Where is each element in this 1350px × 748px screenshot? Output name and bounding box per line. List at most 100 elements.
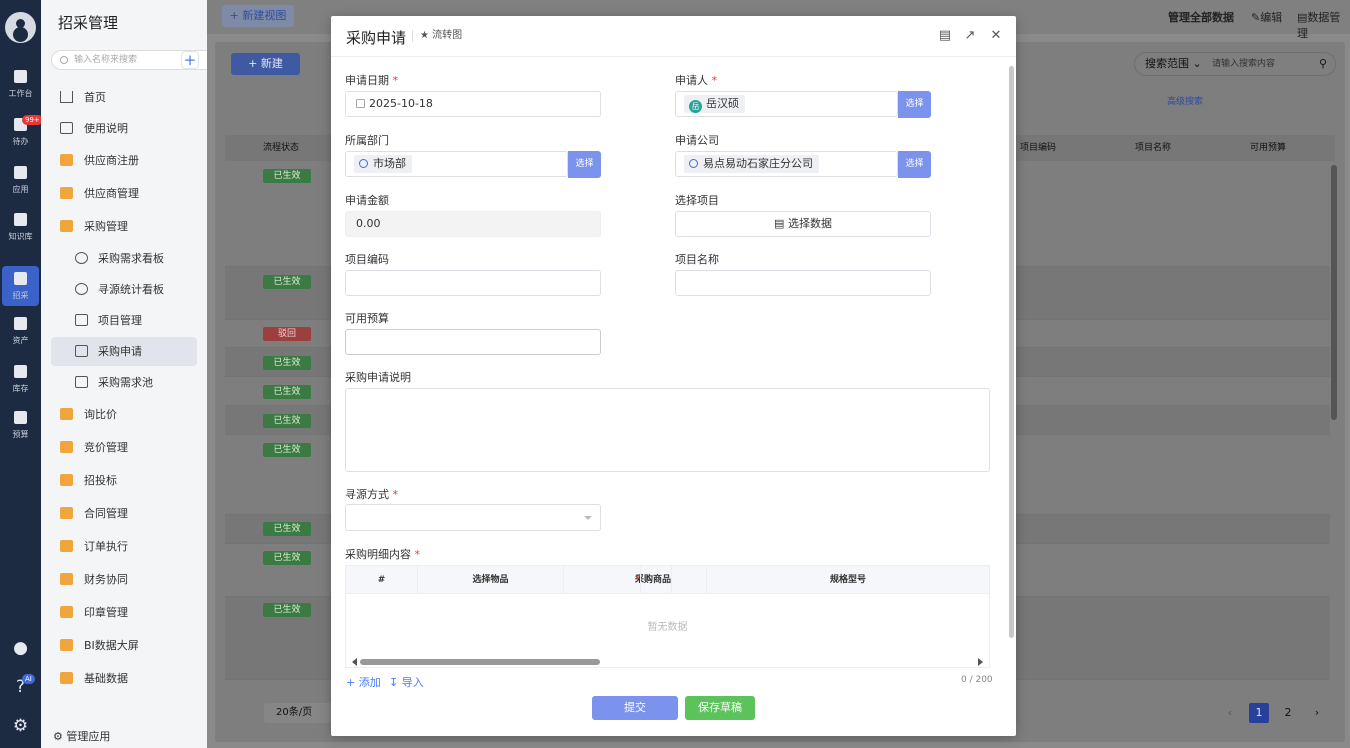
rail-item-inventory[interactable]: 库存 (0, 365, 41, 405)
next-page-button[interactable]: › (1307, 703, 1327, 723)
sidebar-item-demand-board[interactable]: 采购需求看板 (51, 244, 197, 273)
apply-date-label: 申请日期 * (345, 74, 398, 87)
knowledge-icon (14, 213, 27, 226)
rail-item-procurement[interactable]: 招采 (2, 266, 39, 306)
project-select-label: 选择项目 (675, 194, 719, 207)
sidebar-item-finance[interactable]: 财务协同 (51, 565, 197, 594)
sidebar-item-basic-data[interactable]: 基础数据 (51, 664, 197, 693)
applicant-select-button[interactable]: 选择 (898, 91, 931, 118)
manage-app-link[interactable]: ⚙ 管理应用 (53, 728, 110, 744)
empty-state: 暂无数据 (647, 622, 688, 633)
column-header-code[interactable]: 项目编码 (1020, 135, 1056, 161)
status-badge: 驳回 (263, 327, 311, 341)
search-input[interactable]: 请输入搜索内容 (1212, 53, 1275, 75)
edit-button[interactable]: ✎编辑 (1251, 9, 1282, 25)
sidebar-item-tender[interactable]: 招投标 (51, 466, 197, 495)
sidebar-item-seal[interactable]: 印章管理 (51, 598, 197, 627)
company-chip: 易点易动石家庄分公司 (684, 155, 819, 173)
company-select-button[interactable]: 选择 (898, 151, 931, 178)
available-budget-input[interactable] (345, 329, 601, 355)
add-row-button[interactable]: + 添加 (346, 674, 381, 690)
detail-horizontal-scrollbar[interactable] (345, 658, 990, 666)
sidebar-item-bi[interactable]: BI数据大屏 (51, 631, 197, 660)
sidebar-item-inquiry[interactable]: 询比价 (51, 400, 197, 429)
sidebar-item-guide[interactable]: 使用说明 (51, 114, 197, 143)
department-label: 所属部门 (345, 134, 389, 147)
column-header-name[interactable]: 项目名称 (1135, 135, 1171, 161)
folder-open-icon (60, 220, 73, 232)
sidebar-item-home[interactable]: 首页 (51, 83, 197, 112)
database-icon: ▤ (1297, 11, 1308, 24)
home-icon (14, 70, 27, 83)
sidebar-item-sourcing-board[interactable]: 寻源统计看板 (51, 275, 197, 304)
data-manage-button[interactable]: ▤数据管理 (1297, 9, 1350, 41)
table-vertical-scrollbar[interactable] (1331, 165, 1337, 420)
budget-icon (14, 411, 27, 424)
rail-item-budget[interactable]: 预算 (0, 411, 41, 451)
scrollbar-thumb[interactable] (360, 659, 600, 665)
prev-page-button[interactable]: ‹ (1220, 703, 1240, 723)
sidebar-item-purchase-manage[interactable]: 采购管理 (51, 212, 197, 241)
dialog-divider (331, 56, 1016, 57)
column-header-item: 选择物品 (418, 566, 564, 594)
document-icon (75, 314, 88, 326)
apply-date-input[interactable]: 2025-10-18 (345, 91, 601, 117)
manage-all-data[interactable]: 管理全部数据 (1168, 9, 1234, 25)
sidebar-item-order[interactable]: 订单执行 (51, 532, 197, 561)
column-header-status[interactable]: 流程状态 (263, 135, 299, 161)
sidebar: 招采管理 输入名称来搜索 + 首页 使用说明 供应商注册 供应商管理 采购管理 … (41, 0, 215, 748)
note-icon[interactable]: ▤ (938, 29, 952, 43)
rail-item-workbench[interactable]: 工作台 (0, 70, 41, 110)
company-label: 申请公司 (675, 134, 719, 147)
save-draft-button[interactable]: 保存草稿 (685, 696, 755, 720)
dialog-scrollbar[interactable] (1009, 66, 1014, 638)
rail-item-knowledge[interactable]: 知识库 (0, 213, 41, 253)
department-input[interactable]: 市场部 (345, 151, 568, 177)
user-avatar[interactable] (5, 12, 36, 43)
select-data-button[interactable]: ▤ 选择数据 (675, 211, 931, 237)
folder-icon (60, 507, 73, 519)
add-menu-button[interactable]: + (181, 51, 199, 69)
company-input[interactable]: 易点易动石家庄分公司 (675, 151, 898, 177)
description-textarea[interactable] (345, 388, 990, 472)
search-icon[interactable]: ⚲ (1319, 53, 1327, 75)
search-box[interactable]: 搜索范围 ⌄ 请输入搜索内容 ⚲ (1134, 52, 1336, 76)
sidebar-item-project-manage[interactable]: 项目管理 (51, 306, 197, 335)
sidebar-item-purchase-request[interactable]: 采购申请 (51, 337, 197, 366)
sidebar-item-supplier-register[interactable]: 供应商注册 (51, 146, 197, 175)
sidebar-item-contract[interactable]: 合同管理 (51, 499, 197, 528)
sidebar-item-bidding[interactable]: 竞价管理 (51, 433, 197, 462)
submit-button[interactable]: 提交 (592, 696, 678, 720)
close-icon[interactable]: ✕ (989, 29, 1003, 43)
details-label: 采购明细内容 * (345, 548, 420, 561)
scroll-left-icon[interactable] (348, 658, 357, 666)
new-record-button[interactable]: + 新建 (231, 53, 300, 75)
advanced-search-link[interactable]: 高级搜索 (1167, 94, 1203, 107)
page-1-button[interactable]: 1 (1249, 703, 1269, 723)
department-select-button[interactable]: 选择 (568, 151, 601, 178)
settings-icon[interactable]: ⚙ (0, 716, 41, 736)
project-code-input[interactable] (345, 270, 601, 296)
applicant-input[interactable]: 岳岳汉硕 (675, 91, 898, 117)
page-size-select[interactable]: 20条/页 (264, 703, 332, 723)
flow-chart-link[interactable]: ★ 流转图 (412, 30, 462, 42)
applicant-label: 申请人 * (675, 74, 717, 87)
column-header-budget[interactable]: 可用预算 (1250, 135, 1286, 161)
page-2-button[interactable]: 2 (1278, 703, 1298, 723)
bell-icon[interactable]: ● (0, 638, 41, 658)
search-scope-select[interactable]: 搜索范围 (1145, 57, 1189, 70)
rail-item-assets[interactable]: 资产 (0, 317, 41, 357)
rail-item-apps[interactable]: 应用 (0, 166, 41, 206)
expand-icon[interactable]: ↗ (963, 29, 977, 43)
project-name-input[interactable] (675, 270, 931, 296)
scroll-right-icon[interactable] (978, 658, 987, 666)
import-button[interactable]: ↧ 导入 (389, 674, 424, 690)
sidebar-item-supplier-manage[interactable]: 供应商管理 (51, 179, 197, 208)
status-badge: 已生效 (263, 603, 311, 617)
sidebar-title: 招采管理 (58, 14, 119, 32)
ai-badge: AI (22, 674, 35, 684)
document-icon (75, 376, 88, 388)
sidebar-item-demand-pool[interactable]: 采购需求池 (51, 368, 197, 397)
sourcing-select[interactable] (345, 504, 601, 531)
new-view-button[interactable]: + 新建视图 (222, 5, 294, 27)
